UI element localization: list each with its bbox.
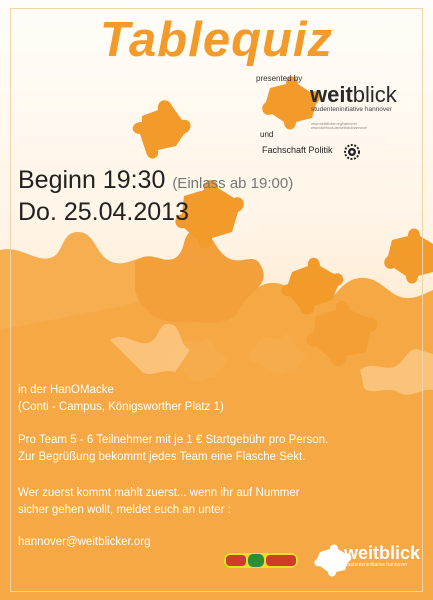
und-text: und — [260, 130, 274, 139]
presented-by: presented by — [256, 74, 303, 83]
puzzle-piece-5 — [384, 228, 433, 284]
poster-title: Tablequiz — [99, 13, 334, 67]
register-line-2: sicher gehen wollt, meldet euch an unter… — [18, 504, 231, 516]
hanomacke-logo — [224, 553, 298, 568]
weitblick-logo: weitblick — [310, 82, 397, 108]
logo-word-bold: weit — [310, 82, 353, 107]
email-line: hannover@weitblicker.org — [18, 536, 151, 548]
address-line: (Conti - Campus, Königsworther Platz 1) — [18, 401, 224, 413]
fachschaft-logo-icon — [344, 144, 360, 160]
team-info-line: Pro Team 5 - 6 Teilnehmer mit je 1 € Sta… — [18, 434, 329, 446]
puzzle-piece-1 — [132, 100, 191, 159]
welcome-line: Zur Begrüßung bekommt jedes Team eine Fl… — [18, 451, 306, 463]
register-line-1: Wer zuerst kommt mahlt zuerst... wenn ih… — [18, 487, 300, 499]
beginn-text: Beginn 19:30 — [18, 166, 166, 194]
logo-subtitle: studenteninitiative hannover — [311, 106, 392, 113]
bottom-logo-subtitle: studenteninitiative hannover — [345, 562, 408, 568]
poster: Tablequiz presented by weitblick student… — [0, 0, 433, 600]
location-line: in der HanOMacke — [18, 384, 114, 396]
bottom-weitblick-logo: weitblick — [344, 543, 421, 563]
event-date: Do. 25.04.2013 — [18, 198, 189, 226]
einlass-text: (Einlass ab 19:00) — [172, 175, 294, 192]
fachschaft-text: Fachschaft Politik — [262, 145, 333, 155]
logo-word-thin: blick — [352, 82, 397, 107]
logo-urls: www.weitblicker.org/hannover www.faceboo… — [311, 122, 368, 130]
start-time: Beginn 19:30 (Einlass ab 19:00) — [18, 166, 293, 195]
